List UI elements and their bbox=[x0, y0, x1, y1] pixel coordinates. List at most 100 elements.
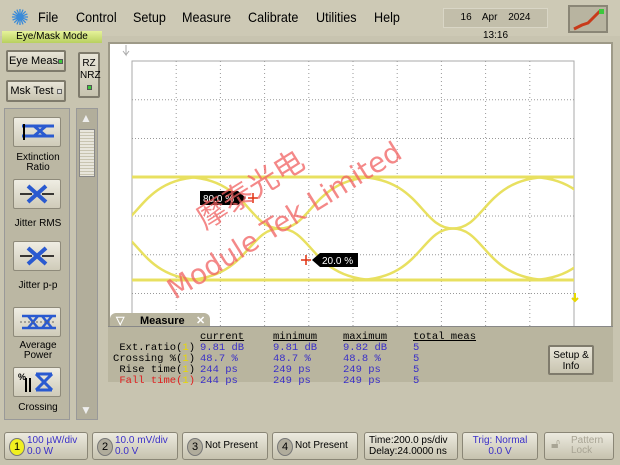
waveform-view-button[interactable] bbox=[568, 5, 608, 33]
time: 13:16 bbox=[482, 30, 509, 41]
measure-total: 5 bbox=[413, 342, 420, 354]
jitter-rms-icon bbox=[20, 184, 54, 204]
delay: Delay:24.0000 ns bbox=[369, 446, 447, 457]
pattern-lock-label: Pattern Lock bbox=[571, 435, 604, 456]
pattern-lock-button[interactable]: 🔓︎ Pattern Lock bbox=[544, 432, 614, 460]
eye-meas-button[interactable]: Eye Meas bbox=[6, 50, 66, 72]
lock-icon: 🔓︎ bbox=[551, 435, 561, 451]
measure-maximum: 9.82 dB bbox=[343, 342, 388, 354]
measure-current: 9.81 dB bbox=[200, 342, 245, 354]
menu-utilities[interactable]: Utilities bbox=[316, 9, 357, 25]
measure-current: 244 ps bbox=[200, 364, 238, 376]
channel-4-button[interactable]: 4 Not Present bbox=[272, 432, 358, 460]
measure-minimum: 249 ps bbox=[273, 364, 311, 376]
rising-edge-trace bbox=[528, 266, 574, 282]
timebase-button[interactable]: Time:200.0 ps/div Delay:24.0000 ns bbox=[364, 432, 458, 460]
tool-label: Crossing Percentage bbox=[12, 403, 63, 413]
eye-meas-label: Eye Meas bbox=[9, 55, 58, 67]
measure-total: 5 bbox=[413, 364, 420, 376]
measure-header: current bbox=[200, 331, 245, 343]
measure-minimum: 48.7 % bbox=[273, 353, 311, 365]
jitter-pp-icon bbox=[20, 246, 54, 266]
tool-label: Average Power bbox=[19, 340, 57, 361]
scroll-down-icon[interactable]: ▼ bbox=[80, 403, 92, 417]
marker-arrow-icon bbox=[571, 293, 579, 303]
measure-row-label[interactable]: Crossing %(1) bbox=[113, 354, 195, 365]
measure-panel: current minimum maximum total meas Ext.ratio… bbox=[108, 326, 613, 386]
measure-row-label[interactable]: Rise time(1) bbox=[119, 365, 195, 376]
measure-maximum: 48.8 % bbox=[343, 353, 381, 365]
measure-row-label[interactable]: Ext.ratio(1) bbox=[119, 343, 195, 354]
menu-setup[interactable]: Setup bbox=[133, 9, 166, 25]
channel-1-button[interactable]: 1 100 µW/div 0.0 W bbox=[4, 432, 88, 460]
measure-current: 48.7 % bbox=[200, 353, 238, 365]
channel-2-badge: 2 bbox=[97, 438, 113, 456]
time-scale: Time:200.0 ps/div bbox=[369, 435, 448, 446]
measure-current: 244 ps bbox=[200, 375, 238, 387]
channel-ref: 1 bbox=[182, 375, 189, 387]
setup-info-button[interactable]: Setup & Info bbox=[548, 345, 594, 375]
average-power-icon bbox=[20, 314, 56, 330]
ch4-status: Not Present bbox=[295, 440, 348, 451]
jitter-rms-button[interactable] bbox=[13, 179, 61, 209]
msk-test-label: Msk Test bbox=[10, 85, 54, 97]
tool-label: Jitter p-p bbox=[18, 280, 58, 291]
led-on-icon bbox=[57, 59, 63, 64]
falling-edge-trace bbox=[355, 175, 551, 282]
waveform-icon bbox=[573, 9, 604, 31]
palette-scrollbar[interactable]: ▲ ▼ bbox=[76, 108, 98, 420]
date-time: 16 Apr 2024 13:16 bbox=[443, 8, 548, 41]
agilent-logo-icon: ✺ bbox=[10, 5, 30, 30]
measure-header: minimum bbox=[273, 331, 318, 343]
measure-header: total meas bbox=[413, 331, 477, 343]
rz-nrz-toggle[interactable]: RZ NRZ bbox=[78, 52, 101, 98]
menu-calibrate[interactable]: Calibrate bbox=[248, 9, 298, 25]
scroll-thumb[interactable] bbox=[79, 129, 95, 177]
tool-label: Jitter RMS bbox=[14, 218, 62, 229]
ch1-scale: 100 µW/div bbox=[27, 435, 78, 446]
crossing-percentage-button[interactable]: % bbox=[13, 367, 61, 397]
channel-3-button[interactable]: 3 Not Present bbox=[182, 432, 268, 460]
falling-edge-trace bbox=[528, 175, 574, 191]
menu-help[interactable]: Help bbox=[374, 9, 400, 25]
measure-minimum: 9.81 dB bbox=[273, 342, 318, 354]
measure-maximum: 249 ps bbox=[343, 364, 381, 376]
ch3-status: Not Present bbox=[205, 440, 258, 451]
channel-3-badge: 3 bbox=[187, 438, 203, 456]
led-off-icon bbox=[56, 89, 62, 94]
trigger-arrow-icon bbox=[122, 45, 130, 57]
date: 16 Apr 2024 bbox=[460, 12, 531, 23]
measure-total: 5 bbox=[413, 375, 420, 387]
trigger-mode: Trig: Normal bbox=[472, 435, 528, 446]
measure-header: maximum bbox=[343, 331, 388, 343]
measure-minimum: 249 ps bbox=[273, 375, 311, 387]
measure-maximum: 249 ps bbox=[343, 375, 381, 387]
ch2-scale: 10.0 mV/div bbox=[115, 435, 168, 446]
extinction-ratio-button[interactable] bbox=[13, 117, 61, 147]
channel-4-badge: 4 bbox=[277, 438, 293, 456]
measure-row-label[interactable]: Fall time(1) bbox=[119, 375, 195, 387]
nrz-label: NRZ bbox=[80, 70, 101, 81]
svg-text:%: % bbox=[18, 372, 26, 382]
trigger-button[interactable]: Trig: Normal 0.0 V bbox=[462, 432, 538, 460]
menu-measure[interactable]: Measure bbox=[182, 9, 231, 25]
measure-name: Fall time bbox=[119, 375, 177, 387]
ch2-offset: 0.0 V bbox=[115, 446, 139, 457]
trigger-level: 0.0 V bbox=[488, 446, 512, 457]
msk-test-button[interactable]: Msk Test bbox=[6, 80, 66, 102]
scroll-up-icon[interactable]: ▲ bbox=[80, 111, 92, 125]
menu-control[interactable]: Control bbox=[76, 9, 117, 25]
rz-label: RZ bbox=[82, 58, 96, 69]
menu-file[interactable]: File bbox=[38, 9, 58, 25]
average-power-button[interactable] bbox=[13, 307, 61, 337]
extinction-ratio-icon bbox=[22, 124, 54, 140]
jitter-pp-button[interactable] bbox=[13, 241, 61, 271]
crossing-percentage-icon: % bbox=[18, 372, 54, 392]
led-on-icon bbox=[86, 85, 92, 90]
channel-2-button[interactable]: 2 10.0 mV/div 0.0 V bbox=[92, 432, 178, 460]
measure-total: 5 bbox=[413, 353, 420, 365]
mode-label: Eye/Mask Mode bbox=[2, 31, 102, 43]
tool-label: Extinction Ratio bbox=[16, 152, 60, 173]
ch1-offset: 0.0 W bbox=[27, 446, 54, 457]
channel-1-badge: 1 bbox=[9, 438, 25, 456]
